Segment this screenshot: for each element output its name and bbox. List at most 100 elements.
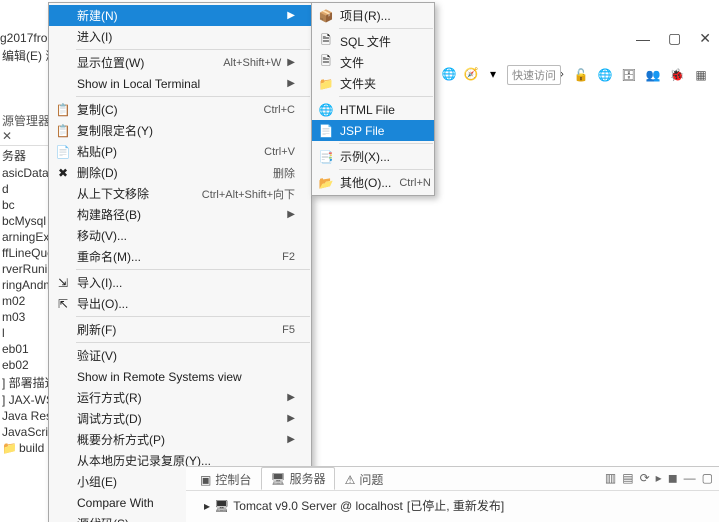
- context-menu-item[interactable]: 验证(V): [49, 345, 311, 366]
- bottom-tab-server[interactable]: 🖥服务器: [261, 467, 334, 490]
- context-menu-item[interactable]: 移动(V)...: [49, 225, 311, 246]
- new-submenu-item[interactable]: 📦 项目(R)...: [312, 5, 434, 26]
- globe-icon[interactable]: 🌐: [440, 65, 458, 83]
- menu-item-label: 删除(D): [77, 164, 265, 181]
- menu-item-label: 验证(V): [77, 347, 295, 364]
- folder-icon: 📁: [318, 76, 334, 92]
- window-controls: — ▢ ✕: [636, 30, 711, 47]
- folder-icon: 📁: [2, 441, 17, 455]
- context-menu-item[interactable]: Show in Local Terminal▶: [49, 73, 311, 94]
- export-icon: ⇱: [55, 296, 71, 312]
- example-icon: 📑: [318, 149, 334, 165]
- menu-item-label: HTML File: [340, 103, 418, 117]
- menu-item-label: 导入(I)...: [77, 274, 295, 291]
- context-menu-item[interactable]: 进入(I): [49, 26, 311, 47]
- new-submenu-item[interactable]: 📁 文件夹: [312, 73, 434, 94]
- copy-icon: 📋: [55, 102, 71, 118]
- menu-separator: [76, 96, 310, 97]
- context-menu-item[interactable]: ⇲导入(I)...: [49, 272, 311, 293]
- server-name: Tomcat v9.0 Server @ localhost: [233, 499, 403, 513]
- menu-item-label: 从上下文移除: [77, 185, 194, 202]
- perspective-team-icon[interactable]: 👥: [643, 65, 663, 85]
- server-entry[interactable]: ▸ 🖥 Tomcat v9.0 Server @ localhost 已停止, …: [186, 491, 719, 514]
- maximize-button[interactable]: ▢: [668, 30, 681, 47]
- perspective-db-icon[interactable]: 🗄: [619, 65, 639, 85]
- panel-minimize-icon[interactable]: —: [684, 471, 696, 485]
- new-submenu-item[interactable]: 🗎 文件: [312, 52, 434, 73]
- context-menu-item[interactable]: 📄粘贴(P)Ctrl+V: [49, 141, 311, 162]
- context-menu-item[interactable]: 调试方式(D)▶: [49, 408, 311, 429]
- paste-icon: 📄: [55, 144, 71, 160]
- dropdown-icon[interactable]: ▾: [484, 65, 502, 83]
- perspective-java-ee-icon[interactable]: 🌐: [595, 65, 615, 85]
- menu-item-shortcut: 删除: [273, 165, 295, 181]
- new-submenu-item[interactable]: 📄 JSP File: [312, 120, 434, 141]
- new-submenu-item[interactable]: 🗎SQL 文件: [312, 31, 434, 52]
- tab-label: 服务器: [290, 470, 326, 487]
- proj-icon: 📦: [318, 8, 334, 24]
- context-menu-item[interactable]: 概要分析方式(P) ▶: [49, 429, 311, 450]
- context-menu-item[interactable]: 重命名(M)...F2: [49, 246, 311, 267]
- bottom-tab-problems[interactable]: ⚠问题: [337, 469, 392, 490]
- menu-item-label: Show in Local Terminal: [77, 77, 281, 91]
- server-icon: 🖥: [214, 499, 229, 513]
- context-menu-item[interactable]: ✖删除(D)删除: [49, 162, 311, 183]
- context-menu-item[interactable]: Show in Remote Systems view: [49, 366, 311, 387]
- submenu-arrow-icon: ▶: [287, 209, 295, 220]
- panel-tool-icon[interactable]: ▥: [605, 471, 616, 485]
- context-menu-item[interactable]: 显示位置(W)Alt+Shift+W▶: [49, 52, 311, 73]
- submenu-arrow-icon: ▶: [287, 434, 295, 445]
- jsp-icon: 📄: [318, 123, 334, 139]
- context-menu-item[interactable]: 构建路径(B) ▶: [49, 204, 311, 225]
- submenu-arrow-icon: ▶: [287, 57, 295, 68]
- tree-expand-icon[interactable]: ▸: [204, 499, 210, 513]
- context-menu-item[interactable]: 📋复制(C)Ctrl+C: [49, 99, 311, 120]
- menu-item-label: 其他(O)...: [340, 174, 391, 191]
- minimize-button[interactable]: —: [636, 31, 650, 47]
- menu-item-label: 文件: [340, 54, 418, 71]
- new-submenu-item[interactable]: 🌐HTML File: [312, 99, 434, 120]
- browser-icon[interactable]: 🧭: [462, 65, 480, 83]
- menu-item-label: 重命名(M)...: [77, 248, 274, 265]
- context-menu-item[interactable]: 从上下文移除Ctrl+Alt+Shift+向下: [49, 183, 311, 204]
- menu-item-label: 文件夹: [340, 75, 418, 92]
- new-submenu-item[interactable]: 📑 示例(X)...: [312, 146, 434, 167]
- bottom-tab-console[interactable]: ▣控制台: [192, 469, 259, 490]
- copy-icon: 📋: [55, 123, 71, 139]
- tab-label: 问题: [359, 471, 383, 488]
- menu-item-label: 项目(R)...: [340, 7, 418, 24]
- panel-tool-icon[interactable]: ◼: [668, 471, 678, 485]
- app-window: g2017from 编辑(E) 浏 — ▢ ✕ 🌐 🧭 ▾ ⚙ ⇦ ⇨ 快速访问…: [0, 0, 719, 522]
- panel-maximize-icon[interactable]: ▢: [702, 471, 713, 485]
- perspective-debug-icon[interactable]: 🐞: [667, 65, 687, 85]
- close-button[interactable]: ✕: [699, 30, 711, 47]
- context-menu-item[interactable]: 运行方式(R)▶: [49, 387, 311, 408]
- menu-separator: [76, 316, 310, 317]
- panel-tool-icon[interactable]: ▸: [656, 471, 662, 485]
- menu-item-label: 构建路径(B): [77, 206, 281, 223]
- context-menu-item[interactable]: 📋复制限定名(Y): [49, 120, 311, 141]
- quick-access-input[interactable]: 快速访问: [507, 65, 561, 85]
- bottom-panel: ▣控制台🖥服务器⚠问题 ▥ ▤ ⟳ ▸ ◼ — ▢ ▸ 🖥 Tomcat v9.…: [186, 466, 719, 522]
- context-menu-item[interactable]: 新建(N)▶: [49, 5, 311, 26]
- menu-item-label: 示例(X)...: [340, 148, 418, 165]
- submenu-arrow-icon: ▶: [287, 413, 295, 424]
- menu-separator: [76, 342, 310, 343]
- menu-item-label: 复制(C): [77, 101, 256, 118]
- file-icon: 🗎: [318, 55, 334, 71]
- menu-separator: [339, 143, 433, 144]
- menu-item-shortcut: Ctrl+V: [264, 146, 295, 158]
- new-submenu-item[interactable]: 📂其他(O)...Ctrl+N: [312, 172, 434, 193]
- perspective-other-icon[interactable]: ▦: [691, 65, 711, 85]
- menu-item-label: JSP File: [340, 124, 418, 138]
- panel-tool-icon[interactable]: ▤: [622, 471, 633, 485]
- menu-item-shortcut: Ctrl+N: [399, 177, 430, 189]
- submenu-arrow-icon: ▶: [287, 10, 295, 21]
- perspective-open-icon[interactable]: 🔓: [571, 65, 591, 85]
- context-menu-item[interactable]: ⇱导出(O)...: [49, 293, 311, 314]
- problems-icon: ⚠: [345, 473, 356, 487]
- menu-item-label: 概要分析方式(P): [77, 431, 281, 448]
- panel-tool-icon[interactable]: ⟳: [640, 471, 650, 485]
- menu-separator: [76, 269, 310, 270]
- context-menu-item[interactable]: 刷新(F)F5: [49, 319, 311, 340]
